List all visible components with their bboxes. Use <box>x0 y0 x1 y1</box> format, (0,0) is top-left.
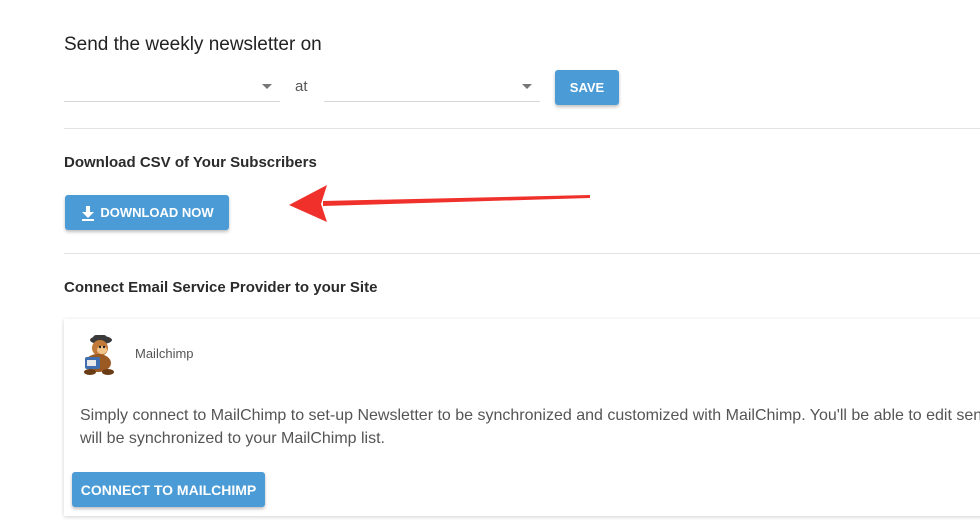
divider <box>64 253 980 254</box>
red-arrow-annotation <box>289 185 590 222</box>
download-now-button[interactable]: DOWNLOAD NOW <box>65 195 229 230</box>
newsletter-heading: Send the weekly newsletter on <box>64 34 322 55</box>
day-select[interactable] <box>64 70 280 102</box>
chevron-down-icon <box>262 84 272 89</box>
chevron-down-icon <box>522 84 532 89</box>
provider-description: Simply connect to MailChimp to set-up Ne… <box>80 404 980 450</box>
mailchimp-logo <box>84 335 114 375</box>
time-select[interactable] <box>324 70 540 102</box>
download-csv-title: Download CSV of Your Subscribers <box>64 154 317 171</box>
at-label: at <box>295 78 308 95</box>
divider <box>64 128 980 129</box>
download-now-label: DOWNLOAD NOW <box>100 205 214 220</box>
connect-mailchimp-button[interactable]: CONNECT TO MAILCHIMP <box>72 472 265 507</box>
provider-description-line: will be synchronized to your MailChimp l… <box>80 430 385 447</box>
provider-description-line: Simply connect to MailChimp to set-up Ne… <box>80 407 980 424</box>
download-icon <box>80 205 96 221</box>
provider-name: Mailchimp <box>135 346 194 361</box>
connect-provider-title: Connect Email Service Provider to your S… <box>64 279 378 296</box>
save-button[interactable]: SAVE <box>555 70 619 105</box>
settings-page: Send the weekly newsletter on at SAVE Do… <box>0 0 980 520</box>
